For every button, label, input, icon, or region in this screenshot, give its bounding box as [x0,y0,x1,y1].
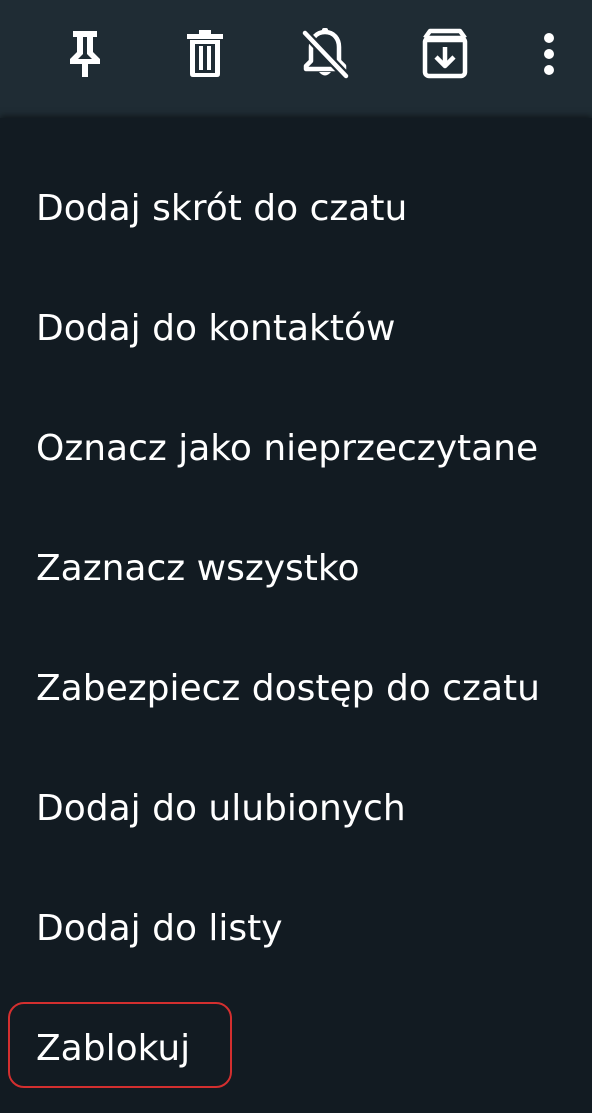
more-vertical-icon [542,32,556,76]
menu-item-label: Oznacz jako nieprzeczytane [36,427,539,469]
menu-item-lock-chat[interactable]: Zabezpiecz dostęp do czatu [0,628,592,748]
delete-button[interactable] [173,22,237,86]
menu-item-mark-as-unread[interactable]: Oznacz jako nieprzeczytane [0,388,592,508]
menu-item-add-to-favorites[interactable]: Dodaj do ulubionych [0,748,592,868]
menu-item-label: Zaznacz wszystko [36,547,360,589]
menu-item-label: Zabezpiecz dostęp do czatu [36,667,540,709]
archive-icon [421,28,469,80]
menu-item-label: Dodaj do listy [36,907,283,949]
menu-item-add-chat-shortcut[interactable]: Dodaj skrót do czatu [0,148,592,268]
menu-item-add-to-list[interactable]: Dodaj do listy [0,868,592,988]
trash-icon [185,30,225,78]
menu-item-add-to-contacts[interactable]: Dodaj do kontaktów [0,268,592,388]
overflow-menu: Dodaj skrót do czatu Dodaj do kontaktów … [0,118,592,1113]
menu-item-label: Zablokuj [36,1027,191,1069]
mute-button[interactable] [293,22,357,86]
menu-item-select-all[interactable]: Zaznacz wszystko [0,508,592,628]
pin-button[interactable] [53,22,117,86]
pin-icon [65,28,105,80]
menu-item-label: Dodaj skrót do czatu [36,187,408,229]
menu-item-block[interactable]: Zablokuj [0,988,592,1108]
menu-item-label: Dodaj do kontaktów [36,307,396,349]
mute-bell-icon [300,28,350,80]
more-options-button[interactable] [517,22,581,86]
menu-item-label: Dodaj do ulubionych [36,787,406,829]
archive-button[interactable] [413,22,477,86]
action-toolbar [0,0,592,118]
